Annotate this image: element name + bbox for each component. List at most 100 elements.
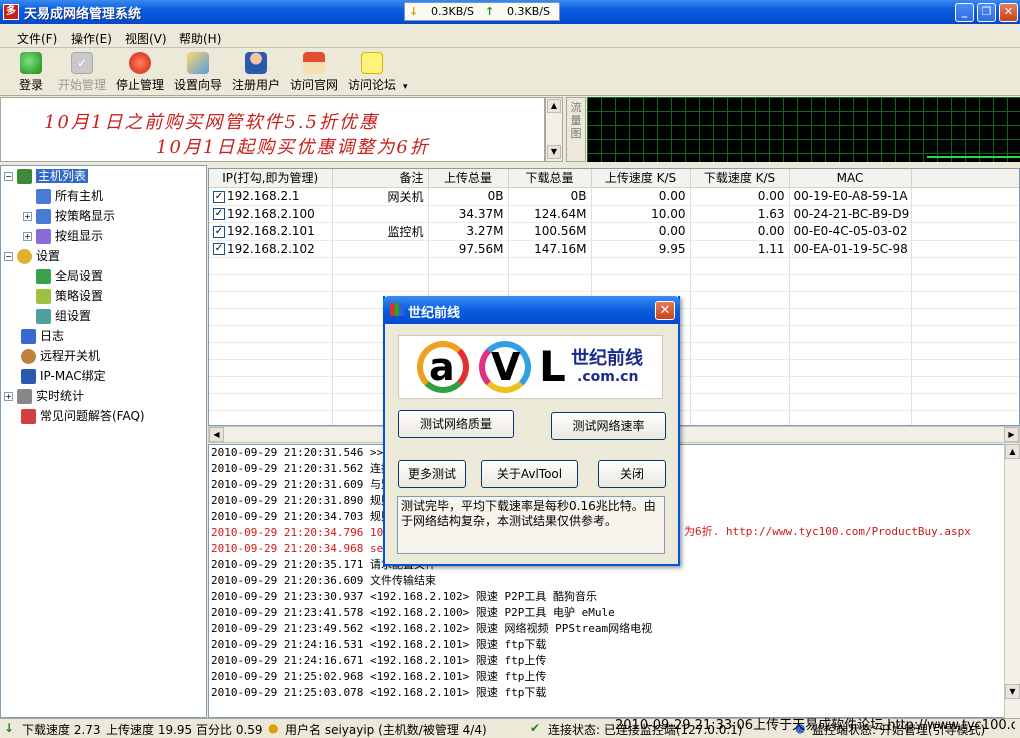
tree-item-group-settings[interactable]: 组设置 (4, 306, 204, 326)
tree-item-policy-settings[interactable]: 策略设置 (4, 286, 204, 306)
avl-logo: a V L 世纪前线 .com.cn (398, 335, 663, 399)
menu-help[interactable]: 帮助(H) (179, 30, 221, 47)
expand-icon[interactable]: + (4, 392, 13, 401)
menu-file[interactable]: 文件(F) (17, 30, 57, 47)
host-list-icon (17, 169, 32, 184)
column-header[interactable]: IP(打勾,即为管理) (209, 169, 333, 188)
dialog-close-icon[interactable]: ✕ (655, 301, 675, 320)
window-title: 天易成网络管理系统 (24, 7, 142, 22)
download-speed: 0.3KB/S (431, 5, 474, 18)
setup-wizard-button[interactable]: 设置向导 (172, 50, 224, 94)
logo-letter-a: a (429, 345, 455, 389)
tree-item-faq[interactable]: 常见问题解答(FAQ) (4, 406, 204, 426)
menu-view[interactable]: 视图(V) (125, 30, 167, 47)
table-row[interactable]: ✓ 192.168.2.101 监控机 3.27M 100.56M 0.00 0.00 00… (209, 222, 1019, 241)
dialog-title: 世纪前线 (408, 306, 461, 321)
home-icon (303, 52, 325, 74)
forum-icon (361, 52, 383, 74)
expand-icon[interactable]: + (23, 212, 32, 221)
column-header[interactable]: 下载总量 (508, 169, 592, 188)
logo-brand: 世纪前线 (571, 348, 643, 369)
stop-manage-button[interactable]: 停止管理 (114, 50, 166, 94)
dialog-close-button[interactable]: 关闭 (598, 460, 666, 488)
log-line: 2010-09-29 21:25:02.968 <192.168.2.101> … (211, 670, 547, 683)
gear-icon (17, 249, 32, 264)
log-scrollbar[interactable]: ▲ ▼ (1004, 444, 1020, 718)
status-user: 用户名 seiyayip (主机数/被管理 4/4) (285, 723, 487, 737)
log-line: 2010-09-29 21:20:36.609 文件传输结束 (211, 574, 436, 587)
test-quality-button[interactable]: 测试网络质量 (398, 410, 514, 438)
status-download: 下载速度 2.73 (22, 723, 101, 737)
wizard-icon (187, 52, 209, 74)
download-arrow-icon: ↓ (4, 721, 15, 735)
column-header[interactable]: 上传速度 K/S (591, 169, 691, 188)
visit-forum-button[interactable]: 访问论坛 (346, 50, 398, 94)
globe-icon (36, 269, 51, 284)
status-upload: 上传速度 19.95 (106, 723, 193, 737)
scroll-right-icon[interactable]: ▶ (1004, 427, 1019, 442)
tree-item-by-group[interactable]: + 按组显示 (4, 226, 204, 246)
log-line: 2010-09-29 21:23:41.578 <192.168.2.100> … (211, 606, 615, 619)
logo-letter-l: L (539, 342, 566, 391)
stop-icon (129, 52, 151, 74)
tree-item-ip-mac-binding[interactable]: IP-MAC绑定 (4, 366, 204, 386)
traffic-graph (587, 97, 1020, 162)
app-icon: 多 (3, 4, 19, 20)
log-line-overflow: 为6折. http://www.tyc100.com/ProductBuy.as… (684, 525, 971, 538)
scroll-down-icon[interactable]: ▼ (1005, 684, 1020, 699)
computer-icon (36, 189, 51, 204)
tree-item-host-list[interactable]: − 主机列表 (4, 166, 204, 186)
table-row[interactable]: ✓ 192.168.2.102 97.56M 147.16M 9.95 1.11 00-E… (209, 240, 1019, 258)
group-settings-icon (36, 309, 51, 324)
scroll-down-icon[interactable]: ▼ (547, 145, 561, 159)
more-tests-button[interactable]: 更多测试 (398, 460, 466, 488)
banner-line-1: 10月1日之前购买网管软件5.5折优惠 (44, 112, 379, 133)
column-header[interactable]: 备注 (332, 169, 429, 188)
computer-icon (36, 209, 51, 224)
tree-item-remote-power[interactable]: 远程开关机 (4, 346, 204, 366)
table-row[interactable]: ✓ 192.168.2.1 网关机 0B 0B 0.00 0.00 00-19-E0-A8-… (209, 187, 1019, 206)
column-header[interactable]: MAC (789, 169, 912, 188)
tree-item-realtime-stats[interactable]: + 实时统计 (4, 386, 204, 406)
column-header[interactable]: 下载速度 K/S (690, 169, 790, 188)
visit-website-button[interactable]: 访问官网 (288, 50, 340, 94)
toolbar-overflow-icon[interactable]: ▾ (403, 82, 408, 92)
traffic-graph-label: 流量图 (566, 97, 586, 162)
about-avltool-button[interactable]: 关于AvlTool (481, 460, 578, 488)
test-speed-button[interactable]: 测试网络速率 (551, 412, 666, 440)
minimize-button[interactable]: _ (955, 3, 974, 22)
expand-icon[interactable]: + (23, 232, 32, 241)
log-line: 2010-09-29 21:23:30.937 <192.168.2.102> … (211, 590, 598, 603)
table-row[interactable]: ✓ 192.168.2.100 34.37M 124.64M 10.00 1.63 00-… (209, 205, 1019, 223)
table-header: IP(打勾,即为管理) 备注 上传总量 下载总量 上传速度 K/S 下载速度 K… (209, 169, 1019, 188)
manage-checkbox[interactable]: ✓ (213, 243, 225, 255)
collapse-icon[interactable]: − (4, 172, 13, 181)
scroll-up-icon[interactable]: ▲ (547, 99, 561, 113)
start-manage-button[interactable]: ✓ 开始管理 (56, 50, 108, 94)
test-result-text: 测试完毕，平均下载速率是每秒0.16兆比特。由于网络结构复杂，本测试结果仅供参考… (397, 496, 665, 554)
manage-checkbox[interactable]: ✓ (213, 190, 225, 203)
status-percent: 百分比 0.59 (196, 723, 263, 737)
close-button[interactable]: ✕ (999, 3, 1018, 22)
scroll-up-icon[interactable]: ▲ (1005, 444, 1020, 459)
tree-item-all-hosts[interactable]: 所有主机 (4, 186, 204, 206)
dialog-app-icon (390, 303, 404, 316)
login-button[interactable]: 登录 (12, 50, 50, 94)
manage-checkbox[interactable]: ✓ (213, 208, 225, 220)
column-header[interactable]: 上传总量 (428, 169, 509, 188)
stats-icon (17, 389, 32, 404)
tree-item-global-settings[interactable]: 全局设置 (4, 266, 204, 286)
tree-item-by-policy[interactable]: + 按策略显示 (4, 206, 204, 226)
menu-operation[interactable]: 操作(E) (71, 30, 112, 47)
scroll-left-icon[interactable]: ◀ (209, 427, 224, 442)
column-header-empty (911, 169, 1019, 188)
collapse-icon[interactable]: − (4, 252, 13, 261)
manage-checkbox[interactable]: ✓ (213, 225, 225, 238)
tree-item-settings[interactable]: − 设置 (4, 246, 204, 266)
download-arrow-icon: ↓ (409, 5, 419, 18)
user-icon (245, 52, 267, 74)
register-user-button[interactable]: 注册用户 (230, 50, 282, 94)
restore-button[interactable]: ❐ (977, 3, 996, 22)
tree-item-log[interactable]: 日志 (4, 326, 204, 346)
banner-scrollbar[interactable]: ▲ ▼ (545, 97, 563, 162)
